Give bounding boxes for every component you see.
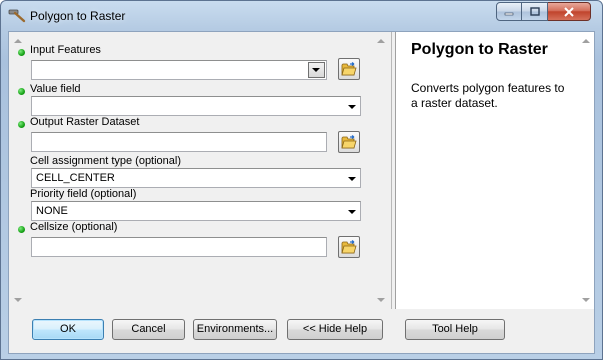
window-title: Polygon to Raster	[30, 9, 126, 23]
param-label-input-features: Input Features	[30, 44, 101, 56]
minimize-icon	[504, 12, 514, 15]
input-features-combo[interactable]	[31, 60, 327, 80]
required-indicator-icon	[18, 49, 25, 56]
right-scrollbar[interactable]	[372, 34, 389, 307]
help-scrollbar[interactable]	[577, 34, 594, 307]
open-folder-icon	[341, 240, 357, 254]
help-title: Polygon to Raster	[411, 41, 548, 58]
param-label-output-raster: Output Raster Dataset	[30, 116, 140, 128]
title-bar[interactable]: Polygon to Raster	[1, 1, 602, 31]
close-button[interactable]	[548, 2, 591, 21]
required-indicator-icon	[18, 226, 25, 233]
hammer-tool-icon	[8, 9, 26, 23]
scroll-down-arrow-icon[interactable]	[14, 298, 22, 302]
chevron-down-icon	[348, 210, 356, 214]
open-folder-icon	[341, 135, 357, 149]
help-pane: Polygon to Raster Converts polygon featu…	[395, 32, 594, 309]
param-label-cell-assignment-type: Cell assignment type (optional)	[30, 155, 182, 167]
output-raster-dataset-input[interactable]	[31, 132, 327, 152]
tool-help-button[interactable]: Tool Help	[405, 319, 505, 340]
left-scrollbar[interactable]	[9, 34, 26, 307]
minimize-button[interactable]	[496, 2, 522, 21]
chevron-down-icon	[348, 177, 356, 181]
cell-assignment-type-dropdown[interactable]: CELL_CENTER	[31, 168, 361, 188]
dialog-window: Polygon to Raster Input Features Value f…	[0, 0, 603, 360]
scroll-down-arrow-icon[interactable]	[582, 298, 590, 302]
browse-input-features-button[interactable]	[338, 58, 360, 80]
help-description: Converts polygon features to a raster da…	[411, 81, 565, 110]
value-field-dropdown[interactable]	[31, 96, 361, 116]
combo-dropdown-button[interactable]	[308, 62, 325, 78]
button-bar: OK Cancel Environments... << Hide Help T…	[9, 309, 594, 353]
scroll-up-arrow-icon[interactable]	[377, 39, 385, 43]
parameters-pane: Input Features Value field Output Raster…	[9, 32, 392, 309]
open-folder-icon	[341, 62, 357, 76]
close-icon	[564, 6, 574, 17]
cellsize-input[interactable]	[31, 237, 327, 257]
environments-button[interactable]: Environments...	[193, 319, 277, 340]
browse-output-raster-button[interactable]	[338, 131, 360, 153]
window-controls	[496, 2, 591, 21]
param-label-cellsize: Cellsize (optional)	[30, 221, 118, 233]
scroll-up-arrow-icon[interactable]	[582, 39, 590, 43]
scroll-down-arrow-icon[interactable]	[377, 298, 385, 302]
param-label-priority-field: Priority field (optional)	[30, 188, 137, 200]
cancel-button[interactable]: Cancel	[112, 319, 185, 340]
scroll-up-arrow-icon[interactable]	[14, 39, 22, 43]
required-indicator-icon	[18, 88, 25, 95]
required-indicator-icon	[18, 121, 25, 128]
chevron-down-icon	[348, 105, 356, 109]
browse-cellsize-button[interactable]	[338, 236, 360, 258]
hide-help-button[interactable]: << Hide Help	[287, 319, 383, 340]
param-label-value-field: Value field	[30, 83, 81, 95]
ok-button[interactable]: OK	[32, 319, 104, 340]
chevron-down-icon	[312, 68, 320, 72]
priority-field-dropdown[interactable]: NONE	[31, 201, 361, 221]
maximize-button[interactable]	[522, 2, 548, 21]
dialog-client: Input Features Value field Output Raster…	[8, 31, 595, 354]
maximize-icon	[529, 7, 540, 16]
